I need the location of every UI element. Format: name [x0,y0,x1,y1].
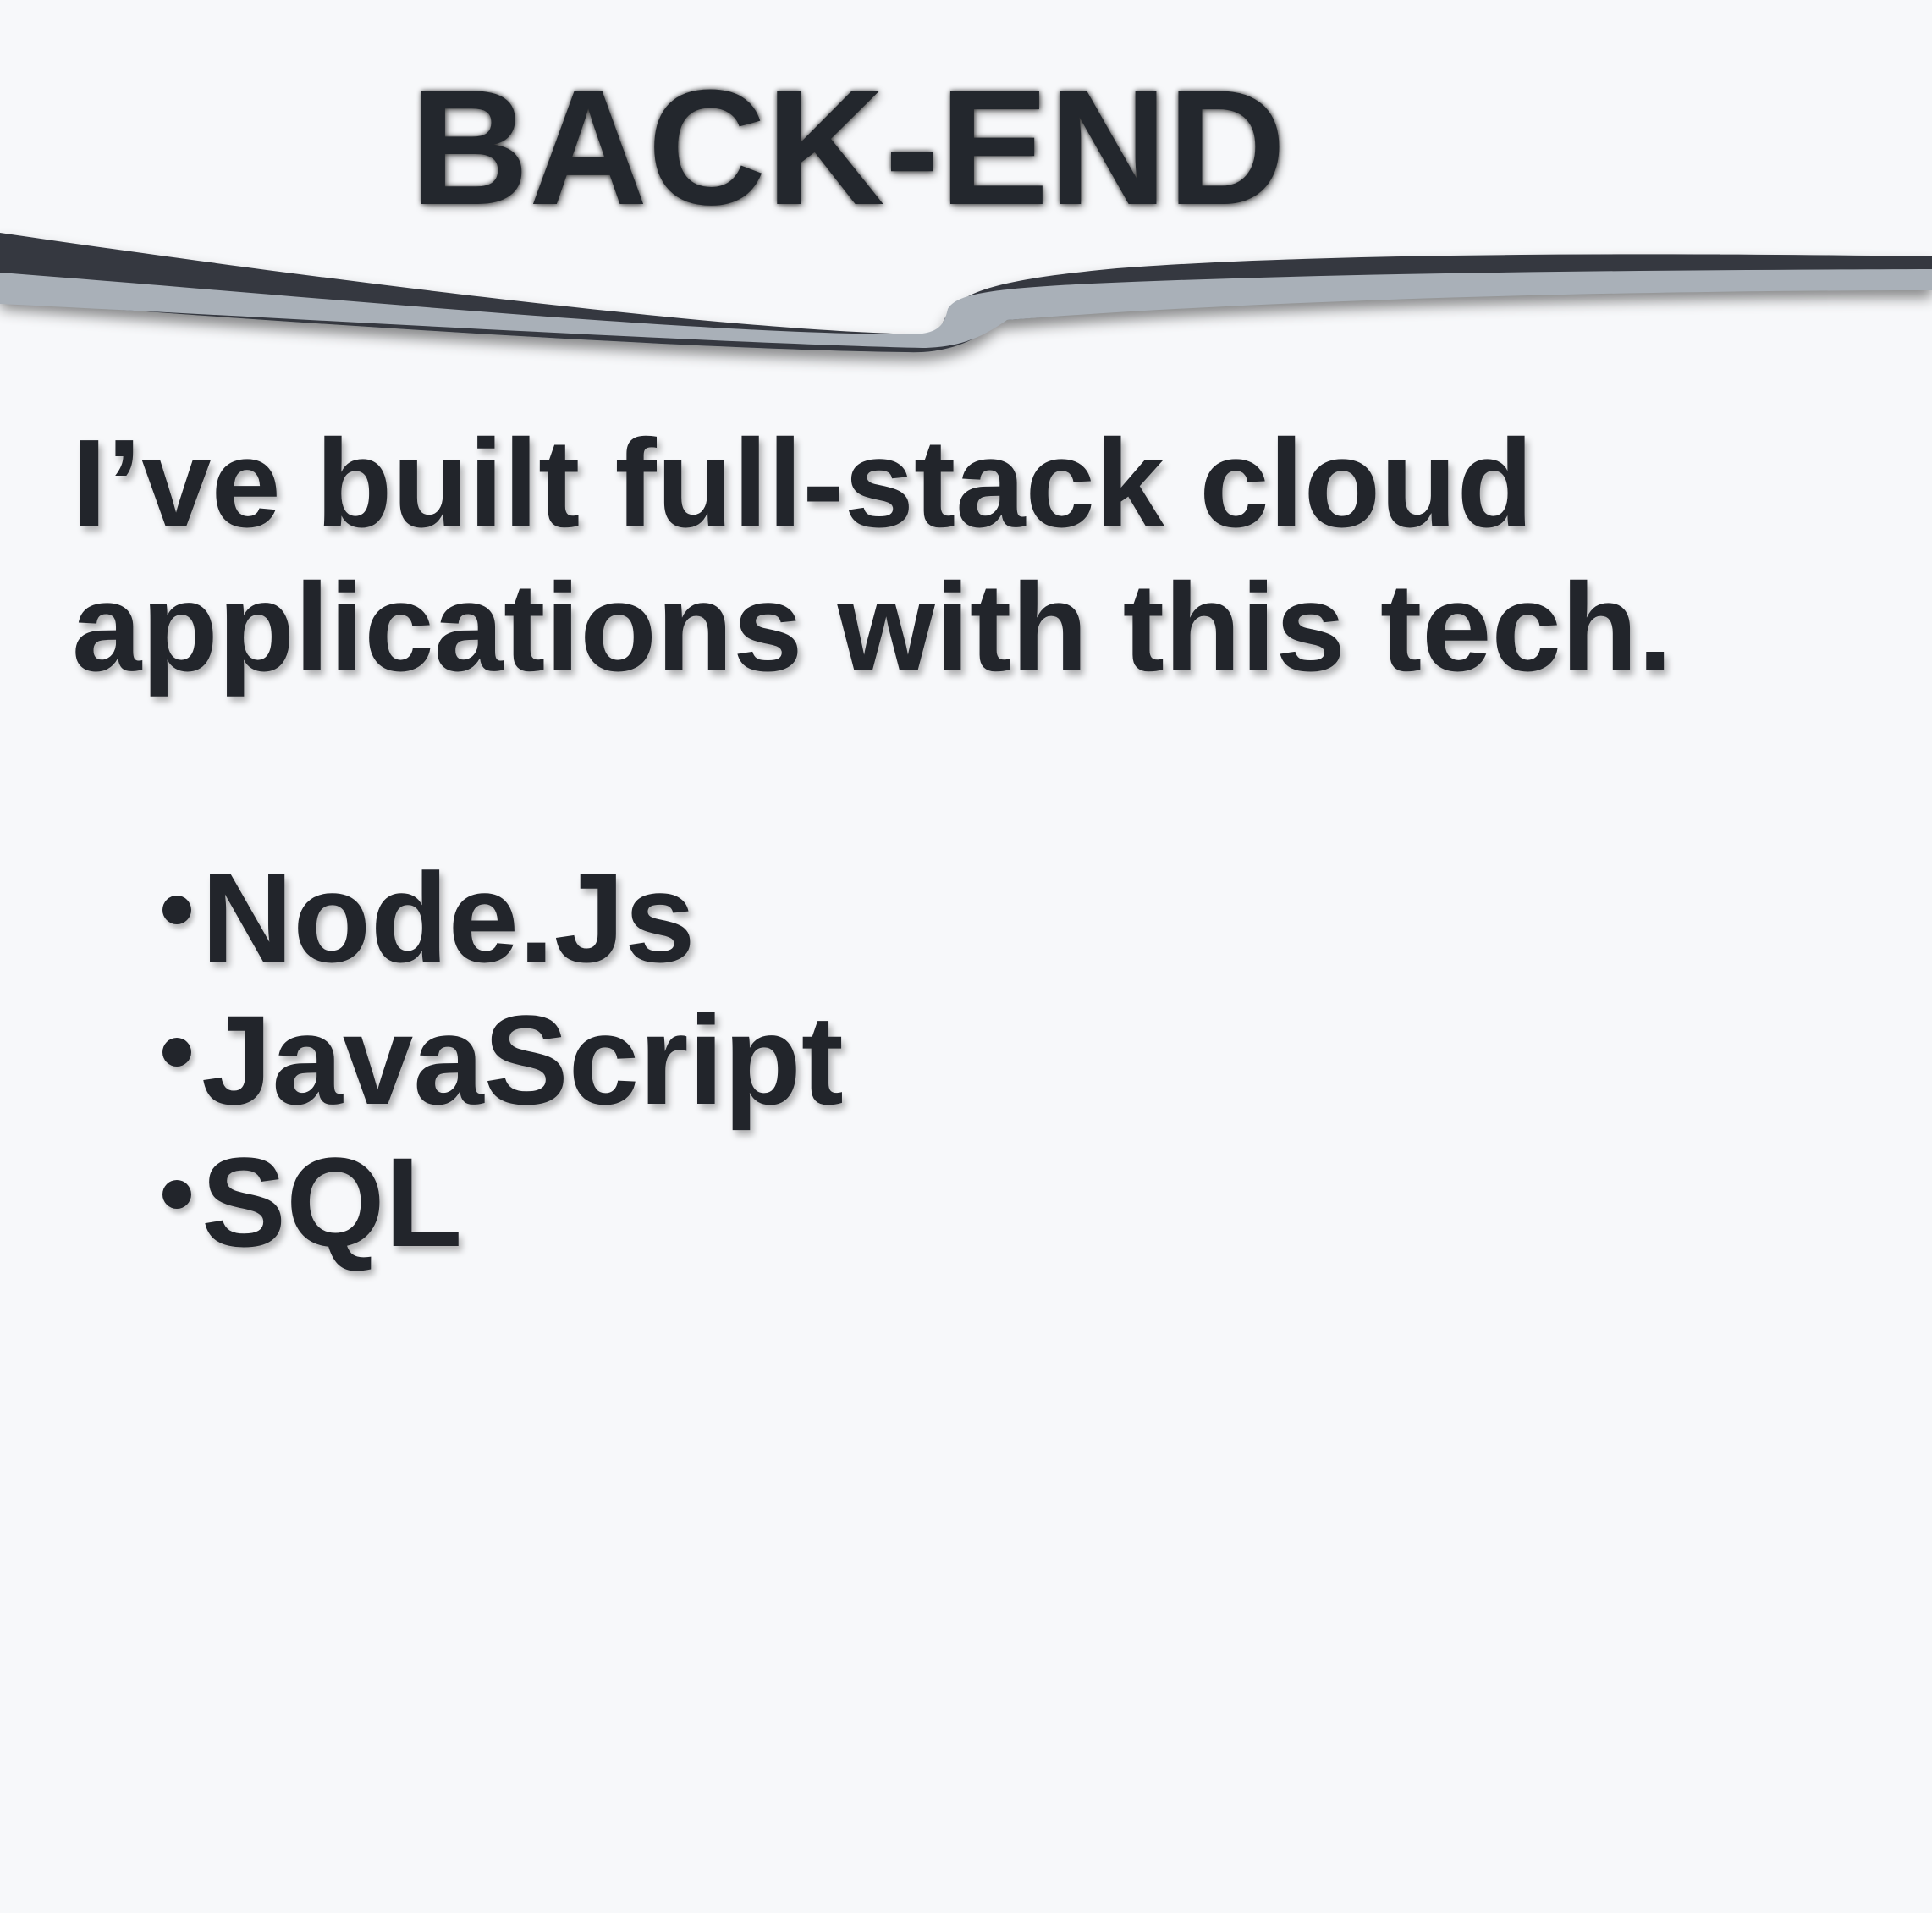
tech-item-label: Node.Js [201,846,696,989]
bullet-icon [162,1180,191,1209]
list-item: JavaScript [162,989,844,1131]
bullet-icon [162,1038,191,1067]
tech-item-label: JavaScript [201,989,844,1131]
description-line-1: I’ve built full-stack cloud [72,414,1533,554]
slide-title: BACK-END [410,56,1286,240]
description-line-2: applications with this tech. [72,558,1673,697]
bullet-icon [162,896,191,924]
slide: BACK-END I’ve built full-stack cloud app… [0,0,1932,1913]
tech-list: Node.Js JavaScript SQL [162,846,844,1273]
slide-description: I’ve built full-stack cloud applications… [72,412,1672,700]
list-item: SQL [162,1131,844,1273]
title-divider [0,233,1932,353]
list-item: Node.Js [162,846,844,989]
tech-item-label: SQL [201,1131,463,1273]
